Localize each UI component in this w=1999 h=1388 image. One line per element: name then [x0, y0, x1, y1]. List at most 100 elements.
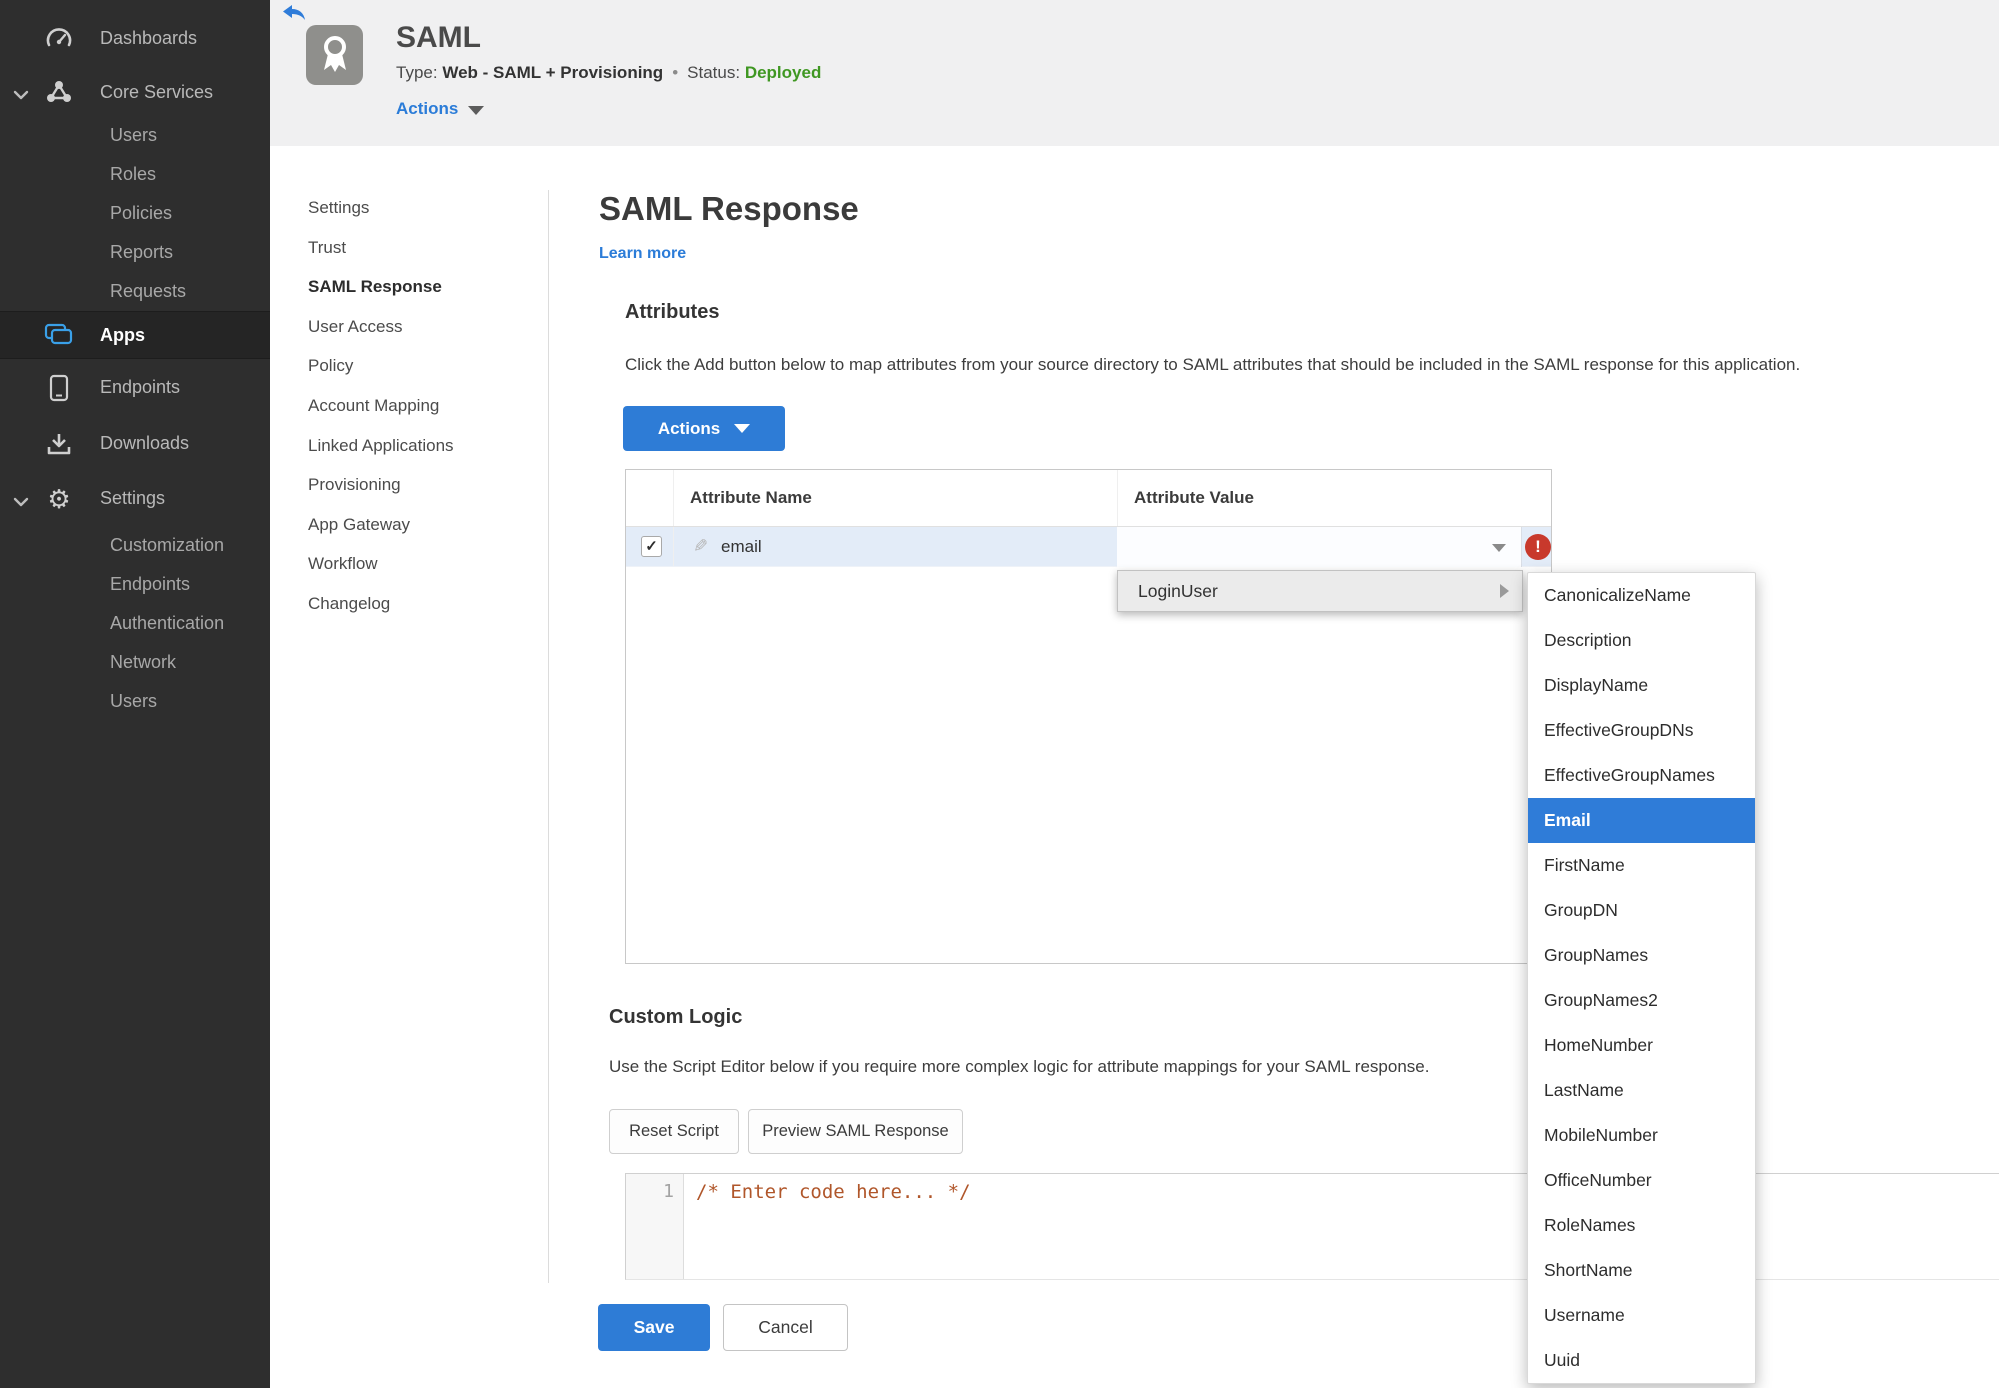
status-badge: Deployed [744, 63, 822, 82]
sidebar-item-users[interactable]: Users [0, 116, 270, 155]
submenu-item-username[interactable]: Username [1528, 1293, 1755, 1338]
attribute-value-cell: ! [1117, 526, 1551, 567]
table-row[interactable]: ✓ ✎ email ! [626, 526, 1551, 567]
status-label: Status: [687, 63, 741, 82]
learn-more-link[interactable]: Learn more [599, 245, 686, 263]
submenu-item-mobilenumber[interactable]: MobileNumber [1528, 1113, 1755, 1158]
attribute-value-submenu: CanonicalizeName Description DisplayName… [1527, 572, 1756, 1384]
menu-item-loginuser[interactable]: LoginUser [1138, 581, 1218, 602]
attribute-value-menu[interactable]: LoginUser [1117, 570, 1523, 612]
caret-down-icon [1492, 543, 1506, 552]
core-services-icon [44, 77, 74, 107]
sidebar-item-label: Apps [100, 324, 145, 345]
submenu-item-rolenames[interactable]: RoleNames [1528, 1203, 1755, 1248]
sidebar-item-endpoints[interactable]: Endpoints [0, 359, 270, 416]
sidebar-item-label: Endpoints [100, 377, 181, 397]
app-meta: Type: Web - SAML + Provisioning • Status: … [396, 63, 821, 83]
attribute-value-dropdown[interactable] [1117, 526, 1522, 567]
submenu-item-effectivegroupdns[interactable]: EffectiveGroupDNs [1528, 708, 1755, 753]
attributes-table: Attribute Name Attribute Value ✓ ✎ email… [625, 469, 1552, 964]
sidebar-item-settings-users[interactable]: Users [0, 682, 270, 721]
subnav-item-policy[interactable]: Policy [308, 346, 454, 386]
subnav-item-app-gateway[interactable]: App Gateway [308, 505, 454, 545]
submenu-item-groupnames[interactable]: GroupNames [1528, 933, 1755, 978]
reset-script-button[interactable]: Reset Script [609, 1109, 739, 1154]
sidebar-item-apps[interactable]: Apps [0, 311, 270, 359]
row-checkbox[interactable]: ✓ [641, 536, 662, 557]
type-value: Web - SAML + Provisioning [442, 63, 664, 82]
cancel-button[interactable]: Cancel [723, 1304, 848, 1351]
type-label: Type: [396, 63, 438, 82]
custom-logic-heading: Custom Logic [609, 1006, 743, 1028]
back-arrow-icon[interactable] [282, 4, 308, 22]
error-icon: ! [1525, 533, 1551, 560]
editor-code-area[interactable]: /* Enter code here... */ [684, 1174, 1999, 1279]
dot-separator: • [672, 63, 679, 82]
sidebar-item-network[interactable]: Network [0, 643, 270, 682]
script-editor: 1 /* Enter code here... */ [625, 1173, 1999, 1280]
apps-icon [44, 320, 74, 350]
submenu-item-description[interactable]: Description [1528, 618, 1755, 663]
attribute-name-value: email [721, 536, 762, 556]
submenu-item-uuid[interactable]: Uuid [1528, 1338, 1755, 1383]
sidebar-item-policies[interactable]: Policies [0, 194, 270, 233]
sidebar-item-dashboards[interactable]: Dashboards [0, 14, 270, 62]
header-actions-menu[interactable]: Actions [396, 99, 485, 119]
subnav-item-trust[interactable]: Trust [308, 228, 454, 268]
attribute-name-cell: ✎ email [674, 527, 1117, 566]
mobile-phone-icon [44, 373, 74, 403]
submenu-item-officenumber[interactable]: OfficeNumber [1528, 1158, 1755, 1203]
caret-down-icon [734, 424, 751, 433]
attribute-value-column-header: Attribute Value [1134, 488, 1254, 507]
sidebar-item-reports[interactable]: Reports [0, 233, 270, 272]
subnav-item-provisioning[interactable]: Provisioning [308, 465, 454, 505]
submenu-item-homenumber[interactable]: HomeNumber [1528, 1023, 1755, 1068]
chevron-down-icon[interactable] [13, 494, 29, 506]
sidebar-item-label: Dashboards [100, 27, 198, 48]
editor-line-numbers: 1 [626, 1174, 684, 1279]
sidebar-item-roles[interactable]: Roles [0, 155, 270, 194]
sidebar-item-authentication[interactable]: Authentication [0, 604, 270, 643]
sidebar-item-customization[interactable]: Customization [0, 526, 270, 565]
sidebar-item-settings-endpoints[interactable]: Endpoints [0, 565, 270, 604]
caret-down-icon [468, 105, 485, 115]
app-header: SAML Type: Web - SAML + Provisioning • Sta… [270, 0, 1999, 146]
sidebar-item-downloads[interactable]: Downloads [0, 416, 270, 471]
subnav-item-settings[interactable]: Settings [308, 188, 454, 228]
preview-saml-response-button[interactable]: Preview SAML Response [748, 1109, 963, 1154]
gear-icon: ⚙ [47, 483, 71, 514]
submenu-item-displayname[interactable]: DisplayName [1528, 663, 1755, 708]
app-title: SAML [396, 21, 481, 54]
row-select-cell: ✓ [626, 527, 674, 566]
subnav-item-changelog[interactable]: Changelog [308, 584, 454, 624]
submenu-item-effectivegroupnames[interactable]: EffectiveGroupNames [1528, 753, 1755, 798]
pencil-edit-icon[interactable]: ✎ [693, 536, 708, 557]
chevron-down-icon[interactable] [13, 87, 29, 100]
dashboard-gauge-icon [44, 23, 74, 53]
sidebar-item-label: Downloads [100, 433, 190, 453]
subnav-item-user-access[interactable]: User Access [308, 307, 454, 347]
attributes-actions-button[interactable]: Actions [623, 406, 785, 451]
subnav-item-account-mapping[interactable]: Account Mapping [308, 386, 454, 426]
sidebar-item-requests[interactable]: Requests [0, 272, 270, 311]
attributes-description: Click the Add button below to map attrib… [625, 355, 1801, 374]
table-header-row: Attribute Name Attribute Value [626, 470, 1551, 527]
sidebar-item-settings[interactable]: ⚙ Settings [0, 471, 270, 526]
submenu-item-shortname[interactable]: ShortName [1528, 1248, 1755, 1293]
submenu-item-lastname[interactable]: LastName [1528, 1068, 1755, 1113]
subnav-item-linked-applications[interactable]: Linked Applications [308, 426, 454, 466]
submenu-item-firstname[interactable]: FirstName [1528, 843, 1755, 888]
subnav-item-workflow[interactable]: Workflow [308, 544, 454, 584]
attributes-heading: Attributes [625, 301, 720, 323]
submenu-item-groupnames2[interactable]: GroupNames2 [1528, 978, 1755, 1023]
submenu-item-canonicalizename[interactable]: CanonicalizeName [1528, 573, 1755, 618]
sidebar-item-label: Settings [100, 488, 166, 508]
submenu-arrow-right-icon [1500, 584, 1509, 598]
sidebar-item-core-services[interactable]: Core Services [0, 68, 270, 116]
sidebar: Dashboards Core Services Users Roles Pol… [0, 0, 270, 1388]
subnav-item-saml-response[interactable]: SAML Response [308, 267, 454, 307]
submenu-item-email[interactable]: Email [1528, 798, 1755, 843]
download-icon [44, 429, 74, 459]
save-button[interactable]: Save [598, 1304, 710, 1351]
submenu-item-groupdn[interactable]: GroupDN [1528, 888, 1755, 933]
